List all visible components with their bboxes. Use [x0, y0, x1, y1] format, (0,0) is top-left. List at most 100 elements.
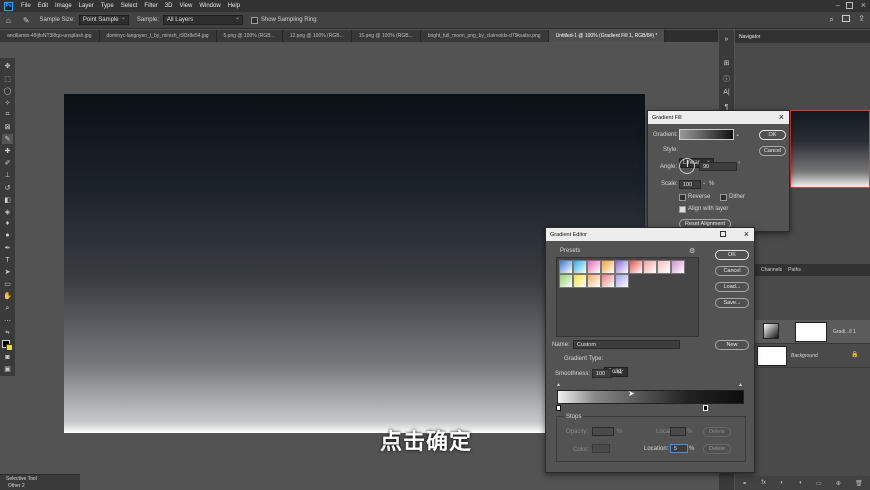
navigator-tab[interactable]: Navigator	[739, 34, 760, 40]
ok-button[interactable]: OK	[759, 130, 786, 140]
screen-mode-icon[interactable]: ▣	[2, 364, 13, 375]
tab-document[interactable]: dominyc-langoyen_t_by_minish_r9l3r8e54.j…	[99, 30, 217, 42]
crop-tool-icon[interactable]: ⌗	[2, 109, 13, 120]
gradient-preview[interactable]	[679, 129, 734, 140]
smoothness-input[interactable]: 100	[592, 369, 612, 378]
menu-help[interactable]: Help	[228, 3, 240, 9]
gear-icon[interactable]: ⚙	[689, 247, 695, 255]
gradient-preset-swatch[interactable]	[573, 260, 587, 274]
location-input[interactable]: 5	[670, 444, 688, 453]
search-icon[interactable]: ⌕	[830, 15, 834, 25]
trash-icon[interactable]: 🗑	[855, 480, 863, 487]
tab-document[interactable]: 12.png @ 100% (RGB...	[282, 30, 352, 42]
tab-channels[interactable]: Channels	[761, 267, 782, 273]
reverse-checkbox[interactable]	[679, 194, 686, 201]
type-tool-icon[interactable]: T	[2, 255, 13, 266]
swap-colors-icon[interactable]: ⇆	[2, 327, 13, 338]
menu-layer[interactable]: Layer	[79, 3, 94, 9]
close-icon[interactable]: ×	[861, 0, 866, 10]
character-icon[interactable]: A|	[722, 89, 732, 99]
dither-checkbox[interactable]	[720, 194, 727, 201]
stamp-tool-icon[interactable]: ⊥	[2, 170, 13, 181]
home-icon[interactable]: ⌂	[6, 16, 11, 25]
close-icon[interactable]: ×	[779, 112, 784, 122]
layer-row-gradient-fill[interactable]: Gradi...ll 1	[735, 320, 870, 344]
name-input[interactable]: Custom	[573, 340, 680, 349]
menu-window[interactable]: Window	[199, 3, 220, 9]
chevron-down-icon[interactable]: ⌄	[702, 180, 706, 186]
fx-icon[interactable]: fx	[761, 480, 766, 486]
tab-document[interactable]: bright_full_moon_png_by_clairvoids-d79ks…	[420, 30, 549, 42]
gradient-preset-swatch[interactable]	[587, 274, 601, 288]
tab-document[interactable]: 15.png @ 100% (RGB...	[351, 30, 421, 42]
collapse-panels-icon[interactable]: »	[722, 36, 732, 46]
gradient-preset-swatch[interactable]	[587, 260, 601, 274]
tab-document[interactable]: ancillamin-48ijfoNT3l8qo-unsplash.jpg	[0, 30, 100, 42]
show-ring-checkbox[interactable]	[250, 16, 258, 24]
zoom-tool-icon[interactable]: ⌕	[2, 303, 13, 314]
brush-tool-icon[interactable]: ✐	[2, 158, 13, 169]
new-layer-icon[interactable]: ⊕	[836, 480, 841, 487]
menu-file[interactable]: File	[21, 3, 31, 9]
tab-document[interactable]: 5.png @ 100% (RGB...	[216, 30, 283, 42]
opacity-stop-right-icon[interactable]: ▲	[738, 382, 743, 388]
frame-tool-icon[interactable]: ⊠	[2, 122, 13, 133]
cancel-button[interactable]: Cancel	[759, 146, 786, 156]
paint-bucket-icon[interactable]: ◈	[2, 206, 13, 217]
menu-select[interactable]: Select	[121, 3, 138, 9]
gradient-preset-swatch[interactable]	[559, 260, 573, 274]
align-checkbox[interactable]	[679, 206, 686, 213]
ok-button[interactable]: OK	[715, 250, 749, 260]
gradient-preset-swatch[interactable]	[559, 274, 573, 288]
marquee-tool-icon[interactable]: ⬚	[2, 73, 13, 84]
more-tools-icon[interactable]: ⋯	[2, 315, 13, 326]
menu-type[interactable]: Type	[101, 3, 114, 9]
dodge-tool-icon[interactable]: ●	[2, 231, 13, 242]
selective-tool-item[interactable]: Other 2	[8, 483, 25, 489]
lasso-tool-icon[interactable]: ◯	[2, 85, 13, 96]
maximize-icon[interactable]	[846, 2, 853, 9]
adjustment-icon[interactable]: ◑	[798, 480, 802, 486]
angle-input[interactable]: 90	[699, 162, 737, 171]
workspace-icon[interactable]	[842, 15, 850, 22]
eyedropper-icon[interactable]: ✎	[23, 16, 30, 25]
gradient-preset-swatch[interactable]	[671, 260, 685, 274]
gradient-preset-swatch[interactable]	[643, 260, 657, 274]
share-icon[interactable]: ⇪	[858, 14, 865, 23]
quick-mask-icon[interactable]: ◙	[2, 352, 13, 363]
photoshop-logo-icon[interactable]: Ps	[4, 1, 13, 11]
maximize-icon[interactable]	[720, 231, 726, 237]
hand-tool-icon[interactable]: ✋	[2, 291, 13, 302]
info-icon[interactable]: ⓘ	[722, 74, 732, 84]
pen-tool-icon[interactable]: ✒	[2, 243, 13, 254]
delete-button[interactable]: Delete	[703, 444, 731, 454]
minimize-icon[interactable]: –	[836, 1, 840, 10]
link-icon[interactable]: ⚭	[742, 480, 747, 487]
cancel-button[interactable]: Cancel	[715, 266, 749, 276]
tab-active-document[interactable]: Untitled-1 @ 100% (Gradient Fill 1, RGB/…	[548, 30, 666, 42]
menu-3d[interactable]: 3D	[165, 3, 173, 9]
scale-input[interactable]: 100	[679, 180, 701, 189]
gradient-preset-swatch[interactable]	[601, 260, 615, 274]
gradient-preset-swatch[interactable]	[615, 274, 629, 288]
sample-select[interactable]: All Layers	[162, 14, 243, 25]
eraser-tool-icon[interactable]: ◧	[2, 194, 13, 205]
layer-row-background[interactable]: Background 🔒	[735, 344, 870, 368]
save-button[interactable]: Save...	[715, 298, 749, 308]
opacity-stop-left-icon[interactable]: ▲	[556, 382, 561, 388]
eyedropper-tool-icon[interactable]: ✎	[2, 133, 13, 145]
gradient-preset-swatch[interactable]	[573, 274, 587, 288]
quick-select-tool-icon[interactable]: ✧	[2, 97, 13, 108]
gradient-preset-swatch[interactable]	[629, 260, 643, 274]
sample-size-select[interactable]: Point Sample	[78, 14, 129, 25]
gradient-bar[interactable]	[557, 390, 744, 404]
menu-view[interactable]: View	[179, 3, 192, 9]
blur-tool-icon[interactable]: ♦	[2, 218, 13, 229]
chevron-down-icon[interactable]: ⌄	[735, 131, 740, 138]
path-select-icon[interactable]: ➤	[2, 267, 13, 278]
load-button[interactable]: Load...	[715, 282, 749, 292]
folder-icon[interactable]: ▭	[816, 480, 822, 487]
color-swatches-icon[interactable]	[2, 339, 13, 351]
gradient-preset-swatch[interactable]	[601, 274, 615, 288]
healing-tool-icon[interactable]: ✚	[2, 146, 13, 157]
